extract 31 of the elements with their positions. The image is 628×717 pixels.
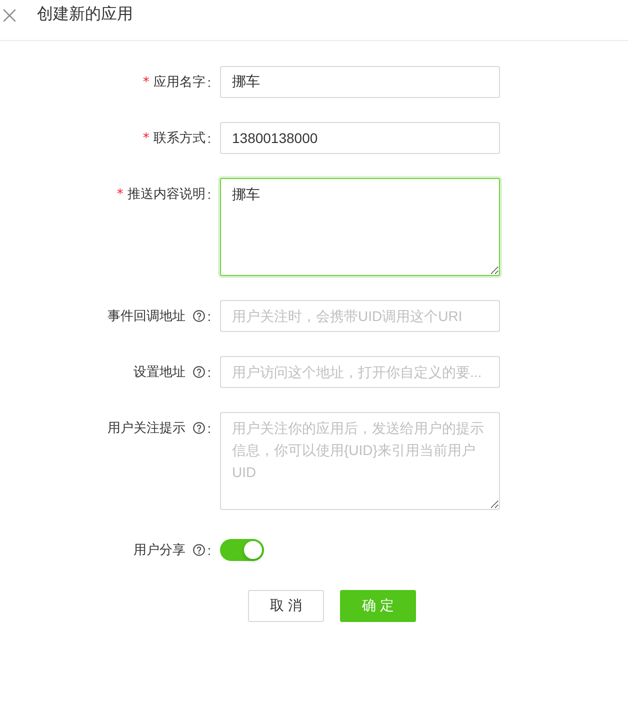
required-mark: * (142, 74, 150, 90)
label-colon: : (207, 308, 211, 324)
textarea-field[interactable]: 挪车 (220, 178, 500, 276)
label-colon: : (207, 542, 211, 558)
label-colon: : (207, 74, 211, 90)
input-field[interactable]: 13800138000 (220, 122, 500, 154)
required-mark: * (142, 130, 150, 146)
field-label: 用户分享 (133, 541, 186, 559)
close-icon[interactable] (3, 8, 16, 22)
label-colon: : (207, 420, 211, 436)
field-label: 推送内容说明 (127, 185, 206, 203)
label-colon: : (207, 130, 211, 146)
help-icon[interactable] (193, 422, 206, 434)
input-field[interactable]: 用户访问这个地址，打开你自定义的要... (220, 356, 500, 388)
field-label: 设置地址 (133, 363, 186, 381)
required-mark: * (116, 186, 124, 202)
help-icon[interactable] (193, 366, 206, 378)
cancel-button[interactable]: 取 消 (248, 590, 324, 622)
help-icon[interactable] (193, 310, 206, 322)
input-field[interactable]: 挪车 (220, 66, 500, 98)
dialog-title: 创建新的应用 (37, 5, 133, 25)
input-field[interactable]: 用户关注时，会携带UID调用这个URI (220, 300, 500, 332)
label-colon: : (207, 186, 211, 202)
label-colon: : (207, 364, 211, 380)
help-icon[interactable] (193, 544, 206, 556)
textarea-field[interactable]: 用户关注你的应用后，发送给用户的提示信息，你可以使用{UID}来引用当前用户UID (220, 412, 500, 510)
field-label: 用户关注提示 (107, 419, 186, 437)
field-label: 应用名字 (153, 73, 206, 91)
field-label: 联系方式 (153, 129, 206, 147)
toggle-switch[interactable] (220, 539, 264, 561)
field-label: 事件回调地址 (107, 307, 186, 325)
